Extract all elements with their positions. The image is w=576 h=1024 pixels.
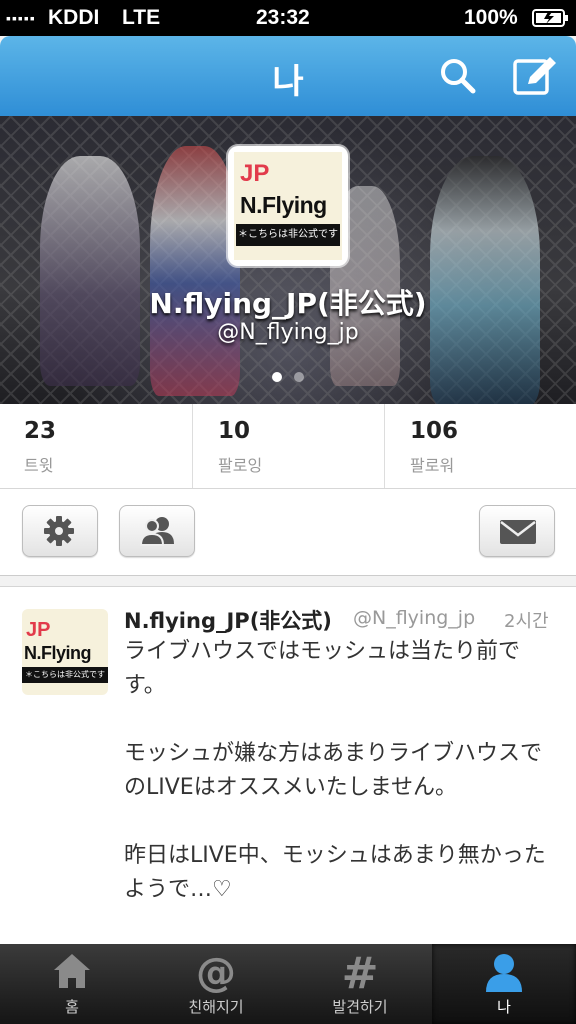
home-icon bbox=[54, 954, 90, 988]
stat-label: 트윗 bbox=[24, 456, 54, 475]
logo-text-brand: N.Flying bbox=[24, 643, 92, 663]
status-bar: ▪▪▪▪▪ KDDI LTE 23:32 100% bbox=[0, 0, 576, 36]
battery-icon bbox=[532, 8, 570, 34]
divider bbox=[192, 404, 193, 488]
page-dot[interactable] bbox=[294, 372, 304, 382]
profile-name: N.flying_JP(非公式) bbox=[149, 287, 427, 320]
carrier-label: KDDI bbox=[48, 6, 100, 29]
tab-discover[interactable]: # 발견하기 bbox=[288, 944, 432, 1024]
stat-value: 106 bbox=[410, 418, 459, 444]
stat-label: 팔로워 bbox=[410, 456, 455, 475]
tab-home[interactable]: 홈 bbox=[0, 944, 144, 1024]
cover-photo-figure bbox=[150, 146, 240, 396]
gear-icon bbox=[44, 516, 74, 546]
tweet-author-name[interactable]: N.flying_JP(非公式) bbox=[124, 605, 332, 635]
tweet-author-handle: @N_flying_jp bbox=[353, 607, 476, 629]
tab-label: 친해지기 bbox=[188, 998, 244, 1016]
tab-label: 홈 bbox=[65, 998, 79, 1016]
clock: 23:32 bbox=[256, 6, 310, 29]
stat-label: 팔로잉 bbox=[218, 456, 263, 475]
stat-tweets[interactable]: 23 트윗 bbox=[0, 404, 192, 488]
logo-text-note: ＊こちらは非公式です bbox=[22, 667, 108, 683]
hash-icon: # bbox=[342, 950, 379, 994]
stat-following[interactable]: 10 팔로잉 bbox=[194, 404, 384, 488]
svg-text:#: # bbox=[342, 950, 379, 994]
divider bbox=[384, 404, 385, 488]
logo-text-jp: JP bbox=[26, 619, 51, 641]
logo-text-brand: N.Flying bbox=[240, 192, 327, 218]
stat-followers[interactable]: 106 팔로워 bbox=[386, 404, 576, 488]
tweet-timestamp: 2시간 bbox=[504, 611, 549, 632]
tweet-item[interactable]: JP N.Flying ＊こちらは非公式です N.flying_JP(非公式) … bbox=[0, 586, 576, 947]
signal-icon: ▪▪▪▪▪ bbox=[6, 10, 36, 26]
compose-icon[interactable] bbox=[512, 54, 556, 98]
cover-photo-figure bbox=[430, 156, 540, 404]
profile-handle: @N_flying_jp bbox=[217, 320, 359, 345]
logo-text-note: ＊こちらは非公式です bbox=[236, 224, 340, 246]
page-title: 나 bbox=[272, 62, 304, 102]
settings-button[interactable] bbox=[22, 505, 98, 557]
cover-photo-figure bbox=[40, 156, 140, 386]
profile-cover[interactable]: JP N.Flying ＊こちらは非公式です N.flying_JP(非公式) … bbox=[0, 116, 576, 404]
person-icon bbox=[486, 954, 522, 992]
tab-connect[interactable]: @ 친해지기 bbox=[144, 944, 288, 1024]
page-dot-active[interactable] bbox=[272, 372, 282, 382]
message-button[interactable] bbox=[479, 505, 555, 557]
tab-label: 발견하기 bbox=[332, 998, 388, 1016]
logo-text-jp: JP bbox=[240, 160, 270, 187]
profile-avatar[interactable]: JP N.Flying ＊こちらは非公式です bbox=[228, 146, 348, 266]
avatar-logo: JP N.Flying ＊こちらは非公式です bbox=[234, 152, 342, 260]
profile-actions bbox=[0, 489, 576, 576]
tab-bar: 홈 @ 친해지기 # 발견하기 나 bbox=[0, 944, 576, 1024]
svg-text:@: @ bbox=[196, 950, 236, 994]
profile-stats: 23 트윗 10 팔로잉 106 팔로워 bbox=[0, 404, 576, 489]
stat-value: 23 bbox=[24, 418, 57, 444]
lists-button[interactable] bbox=[119, 505, 195, 557]
battery-percent: 100% bbox=[464, 6, 518, 29]
network-label: LTE bbox=[122, 6, 161, 29]
tab-me[interactable]: 나 bbox=[432, 944, 576, 1024]
tweet-text: ライブハウスではモッシュは当たり前です。 モッシュが嫌な方はあまりライブハウスで… bbox=[124, 639, 546, 947]
envelope-icon bbox=[500, 520, 536, 544]
at-icon: @ bbox=[196, 950, 236, 994]
stat-value: 10 bbox=[218, 418, 251, 444]
people-icon bbox=[139, 517, 174, 546]
tab-label: 나 bbox=[497, 998, 511, 1016]
nav-bar: 나 bbox=[0, 36, 576, 116]
tweet-avatar[interactable]: JP N.Flying ＊こちらは非公式です bbox=[22, 609, 108, 695]
search-icon[interactable] bbox=[436, 54, 480, 98]
